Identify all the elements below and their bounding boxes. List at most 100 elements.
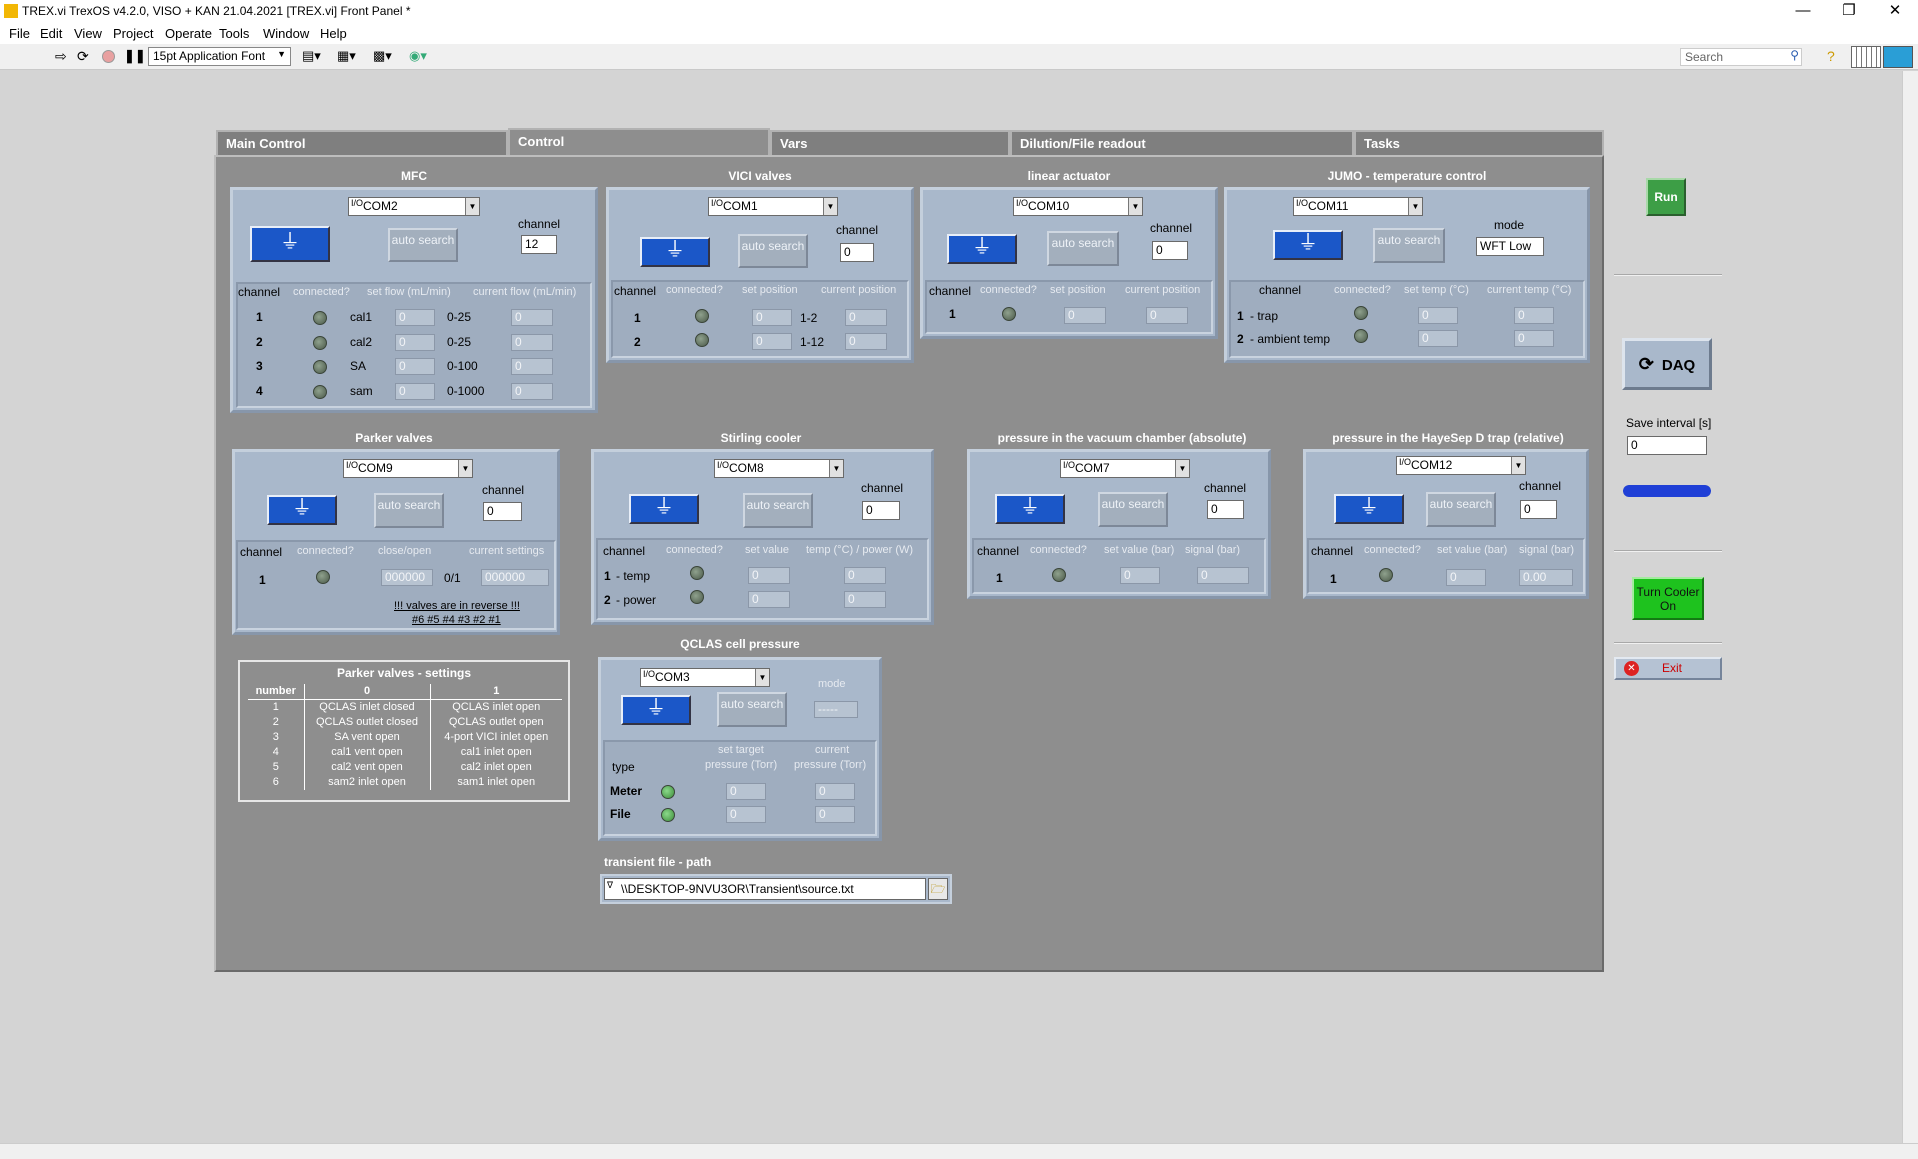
mfc-set-field[interactable]: 0 [395,333,435,351]
jumo-mode-input[interactable]: WFT Low [1476,237,1544,256]
run-button[interactable]: Run [1646,178,1686,216]
stirling-port-select[interactable]: I/O COM8 ▼ [714,459,844,478]
menu-edit[interactable]: Edit [40,26,62,41]
run-arrow-icon[interactable]: ⇨ [55,48,67,65]
vici-set-field[interactable]: 0 [752,309,792,326]
vacuum-connect-button[interactable]: ⏚ [995,494,1065,524]
transient-path-input[interactable]: ∇ \\DESKTOP-9NVU3OR\Transient\source.txt [604,878,926,900]
vici-port-select[interactable]: I/O COM1 ▼ [708,197,838,216]
menu-project[interactable]: Project [113,26,153,41]
actuator-channel-input[interactable]: 0 [1152,241,1188,260]
parker-connect-button[interactable]: ⏚ [267,495,337,525]
tab-main-control[interactable]: Main Control [216,130,508,156]
stirling-connect-button[interactable]: ⏚ [629,494,699,524]
horizontal-scrollbar[interactable] [0,1143,1918,1159]
vacuum-auto-search-button[interactable]: auto search [1098,492,1168,527]
stirling-auto-search-button[interactable]: auto search [743,493,813,528]
qclas-set-field[interactable]: 0 [726,806,766,823]
parker-port-select[interactable]: I/O COM9 ▼ [343,459,473,478]
mfc-set-field[interactable]: 0 [395,358,435,375]
jumo-set-field[interactable]: 0 [1418,307,1458,324]
qclas-connect-button[interactable]: ⏚ [621,695,691,725]
vici-auto-search-button[interactable]: auto search [738,234,808,268]
mfc-port-select[interactable]: I/O COM2 ▼ [348,197,480,216]
qclas-set-field[interactable]: 0 [726,783,766,800]
table-cell: cal1 inlet open [460,746,532,758]
hayesep-auto-search-button[interactable]: auto search [1426,492,1496,527]
hayesep-set-field[interactable]: 0 [1446,569,1486,586]
vertical-scrollbar[interactable] [1902,71,1918,1143]
vici-channel-input[interactable]: 0 [840,243,874,262]
tab-control[interactable]: Control [508,128,770,157]
menu-file[interactable]: File [9,26,30,41]
vacuum-channel-input[interactable]: 0 [1207,500,1244,519]
jumo-connect-button[interactable]: ⏚ [1273,230,1343,260]
stirling-set-field[interactable]: 0 [748,591,790,608]
stirling-set-field[interactable]: 0 [748,567,790,584]
distribute-icon[interactable]: ▦▾ [337,48,356,64]
plug-connect-icon: ⏚ [280,231,300,253]
qclas-auto-search-button[interactable]: auto search [717,692,787,727]
tab-dilution-file-readout[interactable]: Dilution/File readout [1010,130,1354,156]
reorder-icon[interactable]: ◉▾ [409,48,427,64]
transient-path-label: transient file - path [604,855,712,869]
help-icon[interactable]: ? [1827,48,1835,64]
minimize-icon[interactable]: — [1780,0,1826,24]
mfc-set-field[interactable]: 0 [395,382,435,400]
search-input[interactable]: Search ⚲ [1680,48,1802,66]
parker-value-field[interactable]: 000000 [381,569,433,586]
resize-icon[interactable]: ▩▾ [373,48,392,64]
pause-icon[interactable]: ❚❚ [124,48,146,64]
font-select[interactable]: 15pt Application Font ▼ [148,47,291,66]
mfc-channel-input[interactable]: 12 [521,235,557,254]
save-interval-input[interactable]: 0 [1627,436,1707,455]
jumo-port-select[interactable]: I/O COM11 ▼ [1293,197,1423,216]
stirling-channel-input[interactable]: 0 [862,501,900,520]
tab-vars[interactable]: Vars [770,130,1010,156]
actuator-connect-button[interactable]: ⏚ [947,234,1017,264]
exit-button[interactable]: ✕ Exit [1614,657,1722,680]
turn-cooler-on-button[interactable]: Turn Cooler On [1632,577,1704,620]
qclas-hdr-cur-2: pressure (Torr) [794,759,867,771]
hayesep-port-select[interactable]: I/O COM12 ▼ [1396,456,1526,475]
mfc-connect-button[interactable]: ⏚ [250,226,330,262]
tab-tasks[interactable]: Tasks [1354,130,1604,156]
visa-icon: I/O [346,460,359,470]
menu-tools[interactable]: Tools [219,26,249,41]
run-continuously-icon[interactable]: ⟳ [77,48,89,65]
hayesep-connect-button[interactable]: ⏚ [1334,494,1404,524]
hayesep-channel-input[interactable]: 0 [1520,500,1557,519]
search-icon[interactable]: ⚲ [1790,48,1799,62]
align-icon[interactable]: ▤▾ [302,48,321,64]
mfc-auto-search-button[interactable]: auto search [388,228,458,262]
menu-window[interactable]: Window [263,26,309,41]
mfc-set-field[interactable]: 0 [395,309,435,326]
mfc-row-ch: 2 [256,334,263,349]
qclas-status-led [661,808,675,822]
vici-connect-button[interactable]: ⏚ [640,237,710,267]
actuator-port-select[interactable]: I/O COM10 ▼ [1013,197,1143,216]
jumo-set-field[interactable]: 0 [1418,330,1458,347]
vacuum-set-field[interactable]: 0 [1120,567,1160,584]
close-icon[interactable]: ✕ [1872,0,1918,24]
plug-connect-icon: ⏚ [1020,496,1040,518]
jumo-auto-search-button[interactable]: auto search [1373,228,1445,263]
qclas-port-select[interactable]: I/O COM3 ▼ [640,668,770,687]
hayesep-port-value: COM12 [1411,458,1453,472]
abort-icon[interactable] [102,50,115,63]
menu-operate[interactable]: Operate [165,26,212,41]
connector-pane-icon [1851,46,1881,68]
menu-view[interactable]: View [74,26,102,41]
restore-icon[interactable]: ❐ [1826,0,1872,24]
daq-button[interactable]: ⟳ DAQ [1622,338,1712,390]
vacuum-port-select[interactable]: I/O COM7 ▼ [1060,459,1190,478]
actuator-hdr-connected: connected? [980,284,1037,296]
actuator-set-field[interactable]: 0 [1064,307,1106,324]
browse-folder-icon[interactable]: 🗁 [928,878,948,900]
vici-set-field[interactable]: 0 [752,333,792,350]
parker-auto-search-button[interactable]: auto search [374,493,444,528]
menu-help[interactable]: Help [320,26,347,41]
chevron-down-icon: ▼ [829,460,843,477]
actuator-auto-search-button[interactable]: auto search [1047,231,1119,266]
parker-channel-input[interactable]: 0 [483,502,522,521]
